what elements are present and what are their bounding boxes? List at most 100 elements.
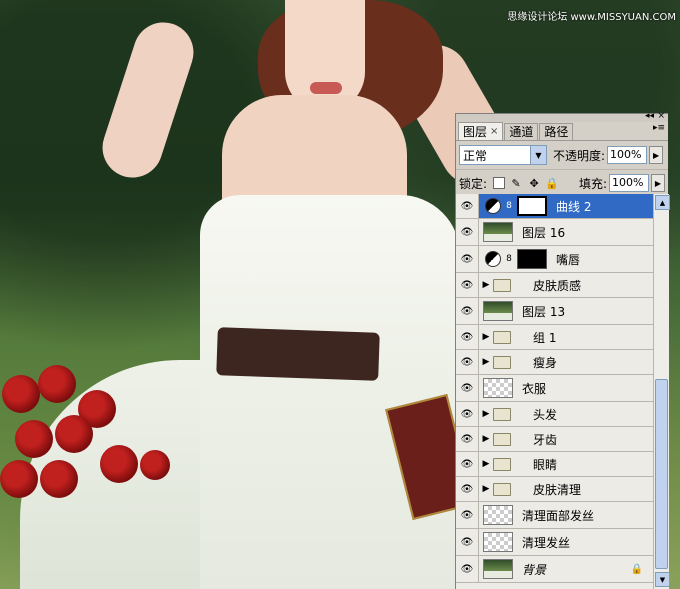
opacity-input[interactable]: 100% — [607, 146, 648, 164]
layer-list: 👁 8 曲线 2 👁 图层 16 👁 8 嘴唇 👁 ▶ 皮肤质感 👁 图层 13… — [456, 194, 653, 589]
layer-name: 组 1 — [533, 330, 557, 345]
group-teeth[interactable]: 👁 ▶ 牙齿 — [456, 427, 653, 452]
tab-close-icon[interactable]: × — [490, 124, 498, 140]
eye-icon[interactable]: 👁 — [456, 350, 479, 374]
scrollbar-thumb[interactable] — [655, 379, 668, 569]
layer-thumbnail — [483, 559, 513, 579]
close-icon[interactable]: × — [657, 112, 665, 121]
layer-list-scrollbar[interactable]: ▲ ▼ — [653, 194, 670, 589]
rose — [15, 420, 53, 458]
rose — [38, 365, 76, 403]
layer-13[interactable]: 👁 图层 13 — [456, 298, 653, 325]
layer-name: 皮肤清理 — [533, 482, 582, 497]
lock-label: 锁定: — [459, 176, 488, 191]
layer-thumbnail — [483, 301, 513, 321]
eye-icon[interactable]: 👁 — [456, 246, 479, 272]
layer-16[interactable]: 👁 图层 16 — [456, 219, 653, 246]
layer-name: 眼睛 — [533, 457, 558, 472]
tab-label: 通道 — [509, 125, 534, 139]
group-eyes[interactable]: 👁 ▶ 眼睛 — [456, 452, 653, 477]
eye-icon[interactable]: 👁 — [456, 194, 479, 218]
triangle-right-icon[interactable]: ▶ — [479, 484, 493, 494]
eye-icon[interactable]: 👁 — [456, 452, 479, 476]
fill-slider-button[interactable]: ▶ — [651, 174, 665, 192]
eye-icon[interactable]: 👁 — [456, 298, 479, 324]
chevron-down-icon[interactable]: ▼ — [530, 146, 546, 164]
fill-label: 填充: — [578, 176, 607, 191]
eye-icon[interactable]: 👁 — [456, 427, 479, 451]
folder-icon — [493, 407, 511, 421]
lock-row: 锁定: ✎ ✥ 🔒 填充: 100% ▶ — [456, 170, 668, 197]
fill-input[interactable]: 100% — [609, 174, 649, 192]
layer-name: 清理发丝 — [522, 535, 571, 550]
lock-icon: 🔒 — [630, 563, 643, 575]
group-hair[interactable]: 👁 ▶ 头发 — [456, 402, 653, 427]
layer-name: 清理面部发丝 — [522, 508, 595, 523]
eye-icon[interactable]: 👁 — [456, 402, 479, 426]
layer-name: 头发 — [533, 407, 558, 422]
layer-name: 牙齿 — [533, 432, 558, 447]
layer-curves-2[interactable]: 👁 8 曲线 2 — [456, 194, 653, 219]
tab-paths[interactable]: 路径 — [539, 123, 574, 140]
lock-transparency-icon[interactable] — [493, 177, 506, 189]
layer-thumbnail — [483, 378, 513, 398]
link-icon[interactable]: 8 — [505, 201, 513, 211]
layer-clean-hair[interactable]: 👁 清理发丝 — [456, 529, 653, 556]
tab-label: 路径 — [544, 125, 569, 139]
opacity-label: 不透明度: — [553, 148, 606, 163]
scroll-up-icon[interactable]: ▲ — [655, 195, 670, 210]
triangle-right-icon[interactable]: ▶ — [479, 357, 493, 367]
layer-name: 曲线 2 — [556, 199, 592, 214]
blend-mode-value: 正常 — [463, 148, 488, 163]
opacity-slider-button[interactable]: ▶ — [649, 146, 664, 164]
triangle-right-icon[interactable]: ▶ — [479, 434, 493, 444]
eye-icon[interactable]: 👁 — [456, 375, 479, 401]
group-slimming[interactable]: 👁 ▶ 瘦身 — [456, 350, 653, 375]
blend-mode-select[interactable]: 正常 ▼ — [459, 145, 547, 165]
folder-icon — [493, 330, 511, 344]
eye-icon[interactable]: 👁 — [456, 502, 479, 528]
group-1[interactable]: 👁 ▶ 组 1 — [456, 325, 653, 350]
triangle-right-icon[interactable]: ▶ — [479, 332, 493, 342]
layer-clothes[interactable]: 👁 衣服 — [456, 375, 653, 402]
blend-row: 正常 ▼ 不透明度: 100% ▶ — [456, 141, 668, 170]
group-skin-texture[interactable]: 👁 ▶ 皮肤质感 — [456, 273, 653, 298]
triangle-right-icon[interactable]: ▶ — [479, 409, 493, 419]
eye-icon[interactable]: 👁 — [456, 273, 479, 297]
tab-layers[interactable]: 图层 × — [458, 122, 504, 140]
layer-lips[interactable]: 👁 8 嘴唇 — [456, 246, 653, 273]
layer-mask-thumbnail[interactable] — [517, 249, 547, 269]
lock-all-icon[interactable]: 🔒 — [545, 176, 559, 190]
tab-label: 图层 — [463, 124, 488, 139]
layer-name: 图层 16 — [522, 225, 566, 240]
rose — [140, 450, 170, 480]
triangle-right-icon[interactable]: ▶ — [479, 280, 493, 290]
triangle-right-icon[interactable]: ▶ — [479, 459, 493, 469]
layer-name: 皮肤质感 — [533, 278, 582, 293]
layer-name: 图层 13 — [522, 304, 566, 319]
layer-clean-face-hair[interactable]: 👁 清理面部发丝 — [456, 502, 653, 529]
folder-icon — [493, 355, 511, 369]
lock-move-icon[interactable]: ✥ — [527, 176, 541, 190]
eye-icon[interactable]: 👁 — [456, 219, 479, 245]
layer-name: 衣服 — [522, 381, 547, 396]
folder-icon — [493, 432, 511, 446]
layer-name: 瘦身 — [533, 355, 558, 370]
eye-icon[interactable]: 👁 — [456, 477, 479, 501]
photo-belt — [216, 327, 380, 381]
group-skin-cleanup[interactable]: 👁 ▶ 皮肤清理 — [456, 477, 653, 502]
photo-roses — [0, 360, 200, 520]
rose — [100, 445, 138, 483]
panel-menu-icon[interactable]: ▸≡ — [653, 124, 665, 133]
layer-background[interactable]: 👁 背景 🔒 — [456, 556, 653, 583]
lock-brush-icon[interactable]: ✎ — [509, 176, 523, 190]
link-icon[interactable]: 8 — [505, 254, 513, 264]
eye-icon[interactable]: 👁 — [456, 325, 479, 349]
eye-icon[interactable]: 👁 — [456, 529, 479, 555]
tab-channels[interactable]: 通道 — [504, 123, 539, 140]
scroll-down-icon[interactable]: ▼ — [655, 572, 670, 587]
panel-tabs: 图层 × 通道 路径 ▸≡ — [456, 122, 668, 141]
collapse-icon[interactable]: ◂◂ — [645, 112, 654, 121]
layer-mask-thumbnail[interactable] — [517, 196, 547, 216]
eye-icon[interactable]: 👁 — [456, 556, 479, 582]
